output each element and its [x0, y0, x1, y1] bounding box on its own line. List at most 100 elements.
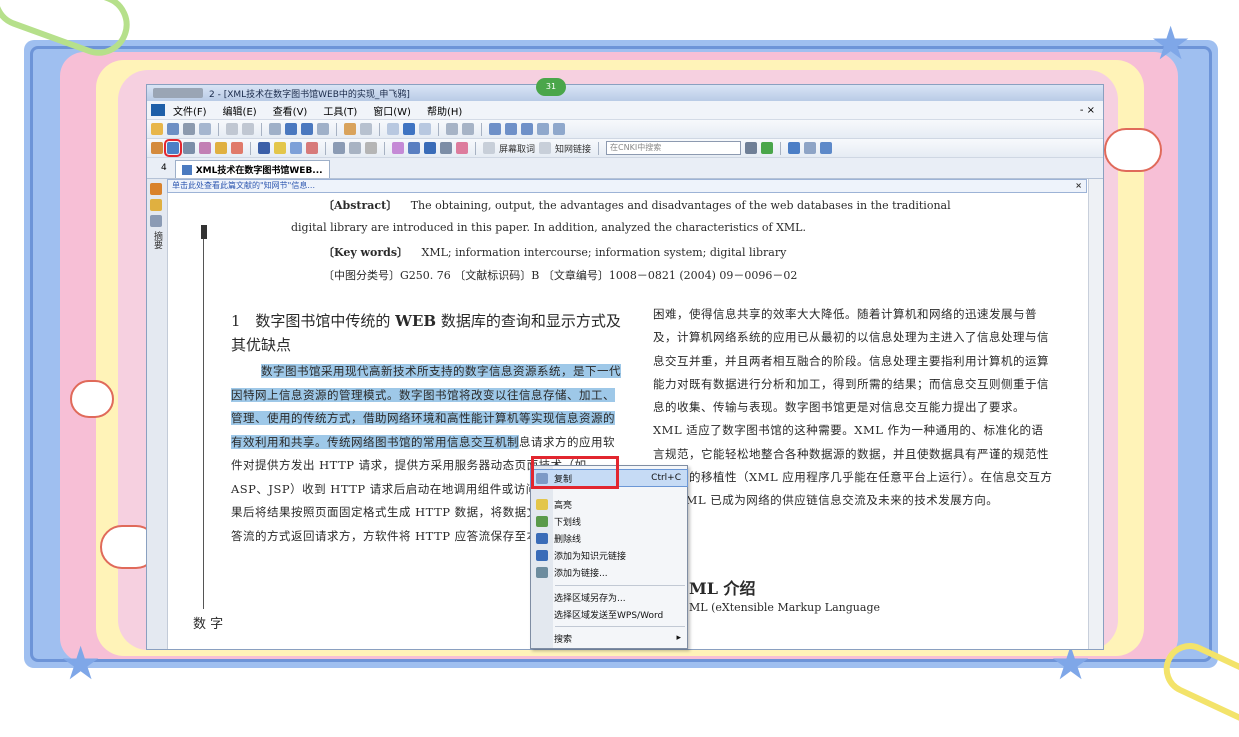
search-dropdown-icon[interactable]: [745, 142, 758, 154]
snapshot-icon[interactable]: [183, 142, 195, 154]
abstract-side-tab[interactable]: 摘要: [151, 231, 164, 249]
menu-item-label: 添加为链接...: [554, 568, 608, 579]
actual-size-icon[interactable]: [521, 123, 533, 135]
toolbar-separator: [325, 141, 326, 155]
continuous-icon[interactable]: [419, 123, 431, 135]
next-page-icon[interactable]: [301, 123, 313, 135]
annotation-icon[interactable]: [150, 199, 162, 211]
screen-translate-icon[interactable]: [483, 142, 495, 154]
pen-icon[interactable]: [258, 142, 270, 154]
menu-item-send-to-wps[interactable]: 选择区域发送至WPS/Word: [531, 606, 687, 622]
toolbar-separator: [250, 141, 251, 155]
single-page-icon[interactable]: [387, 123, 399, 135]
classification-line: 〔中图分类号〕G250. 76 〔文献标识码〕B 〔文章编号〕1008－0821…: [323, 269, 798, 282]
redo-icon[interactable]: [242, 123, 254, 135]
text-select-icon[interactable]: [164, 139, 182, 157]
toolbar-separator: [336, 122, 337, 136]
last-page-icon[interactable]: [317, 123, 329, 135]
fit-page-icon[interactable]: [505, 123, 517, 135]
zoom-in-icon[interactable]: [537, 123, 549, 135]
vertical-scrollbar[interactable]: [1088, 179, 1103, 649]
save-icon[interactable]: [167, 123, 179, 135]
menu-view[interactable]: 查看(V): [273, 103, 308, 118]
toolbar-separator: [261, 122, 262, 136]
stamp-icon[interactable]: [440, 142, 452, 154]
screen-translate-button[interactable]: 屏幕取词: [499, 142, 535, 155]
zoom-out-icon[interactable]: [553, 123, 565, 135]
menu-separator: [555, 626, 685, 627]
image-icon[interactable]: [333, 142, 345, 154]
menu-item-add-knowledge-link[interactable]: 添加为知识元链接: [531, 547, 687, 563]
heart-icon[interactable]: [456, 142, 468, 154]
toolbar-separator: [481, 122, 482, 136]
copy-icon[interactable]: [199, 123, 211, 135]
knowledge-link-button[interactable]: 知网链接: [555, 142, 591, 155]
left-sidebar: 摘要: [147, 179, 168, 649]
layout-icon[interactable]: [462, 123, 474, 135]
toolbar-separator: [438, 122, 439, 136]
brush-icon[interactable]: [215, 142, 227, 154]
window-title: 2 - [XML技术在数字图书馆WEB中的实现_申飞鸦]: [209, 89, 410, 100]
underline-icon[interactable]: [392, 142, 404, 154]
knowledge-link-icon: [536, 549, 548, 561]
thumbnail-icon[interactable]: [150, 215, 162, 227]
document-tabs: 4 XML技术在数字图书馆WEB...: [147, 158, 1103, 179]
prev-page-icon[interactable]: [285, 123, 297, 135]
menu-edit[interactable]: 编辑(E): [223, 103, 257, 118]
toolbar-annotate: 屏幕取词 知网链接 在CNKI中搜索: [147, 139, 1103, 158]
two-page-icon[interactable]: [403, 123, 415, 135]
print-icon[interactable]: [183, 123, 195, 135]
mark-icon[interactable]: [231, 142, 243, 154]
page-bottom-fragment: 数 字: [193, 617, 224, 632]
window-controls[interactable]: - ×: [1080, 105, 1095, 116]
tab-document[interactable]: XML技术在数字图书馆WEB...: [174, 160, 330, 178]
blank-icon: [536, 592, 548, 603]
open-icon[interactable]: [151, 123, 163, 135]
circle-icon[interactable]: [306, 142, 318, 154]
search-go-icon[interactable]: [761, 142, 774, 154]
strike-icon[interactable]: [408, 142, 420, 154]
highlight-pen-icon[interactable]: [274, 142, 286, 154]
menu-item-strikethrough[interactable]: 删除线: [531, 530, 687, 546]
select-tool-icon[interactable]: [360, 123, 372, 135]
menu-item-search[interactable]: 搜索 ▸: [531, 630, 687, 646]
menu-window[interactable]: 窗口(W): [373, 103, 411, 118]
menu-file[interactable]: 文件(F): [173, 103, 207, 118]
toolbar-separator: [218, 122, 219, 136]
undo-icon[interactable]: [226, 123, 238, 135]
menu-bar: 文件(F) 编辑(E) 查看(V) 工具(T) 窗口(W) 帮助(H) - ×: [147, 101, 1103, 120]
bookmark-icon[interactable]: [365, 142, 377, 154]
rotate-icon[interactable]: [446, 123, 458, 135]
settings-icon[interactable]: [151, 142, 163, 154]
menu-item-save-region[interactable]: 选择区域另存为...: [531, 589, 687, 605]
section-2-heading: ML 介绍: [689, 579, 756, 598]
cnki-search-input[interactable]: 在CNKI中搜索: [606, 141, 742, 155]
rect-icon[interactable]: [290, 142, 302, 154]
fit-width-icon[interactable]: [489, 123, 501, 135]
submenu-arrow-icon: ▸: [676, 633, 681, 643]
highlight-icon: [536, 498, 548, 510]
menu-item-add-link[interactable]: 添加为链接...: [531, 564, 687, 580]
cloud-decoration: [70, 380, 114, 418]
first-page-icon[interactable]: [269, 123, 281, 135]
outline-icon[interactable]: [150, 183, 162, 195]
anchor-icon[interactable]: [424, 142, 436, 154]
help-icon[interactable]: [788, 142, 801, 154]
right-column-paragraph: 困难，使得信息共享的效率大大降低。随着计算机和网络的迅速发展与普及，计算机网络系…: [653, 307, 1053, 508]
page-margin-line: [203, 239, 204, 609]
link-icon[interactable]: [349, 142, 361, 154]
info-icon[interactable]: [804, 142, 817, 154]
menu-help[interactable]: 帮助(H): [427, 103, 462, 118]
hand-tool-icon[interactable]: [344, 123, 356, 135]
knowledge-node-infobar[interactable]: 单击此处查看此篇文献的"知网节"信息... ×: [167, 179, 1087, 193]
abstract-line-1: 〔Abstract〕 The obtaining, output, the ad…: [323, 197, 951, 213]
menu-item-underline[interactable]: 下划线: [531, 513, 687, 529]
knowledge-link-icon[interactable]: [539, 142, 552, 154]
menu-tools[interactable]: 工具(T): [323, 103, 357, 118]
toolbar-separator: [379, 122, 380, 136]
close-icon[interactable]: ×: [1075, 180, 1082, 192]
export-icon[interactable]: [820, 142, 833, 154]
menu-item-highlight[interactable]: 高亮: [531, 496, 687, 512]
eraser-icon[interactable]: [199, 142, 211, 154]
menu-item-label: 选择区域另存为...: [554, 593, 626, 604]
